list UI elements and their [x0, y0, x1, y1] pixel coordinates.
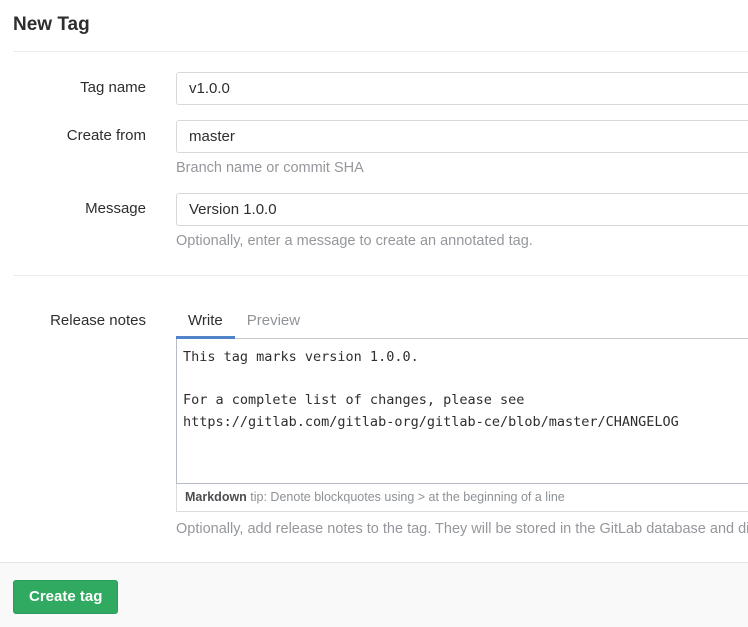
- page-header: New Tag: [0, 0, 748, 51]
- create-from-label: Create from: [0, 120, 146, 144]
- message-input[interactable]: [176, 193, 748, 226]
- create-from-controls: Branch name or commit SHA: [176, 120, 748, 176]
- message-row: Message Optionally, enter a message to c…: [0, 193, 748, 249]
- release-notes-help: Optionally, add release notes to the tag…: [176, 521, 748, 537]
- release-notes-editor: Write Preview This tag marks version 1.0…: [176, 303, 748, 537]
- create-tag-button[interactable]: Create tag: [13, 580, 118, 614]
- form-footer: Create tag: [0, 562, 748, 627]
- page-title: New Tag: [13, 14, 735, 36]
- tab-preview[interactable]: Preview: [235, 303, 312, 339]
- editor-tab-bar: Write Preview: [176, 303, 748, 339]
- release-notes-label: Release notes: [0, 303, 146, 329]
- new-tag-page: New Tag Tag name Create from Branch name…: [0, 0, 748, 627]
- tag-name-row: Tag name: [0, 72, 748, 105]
- create-from-input[interactable]: [176, 120, 748, 153]
- markdown-tip-text: tip: Denote blockquotes using > at the b…: [247, 490, 565, 504]
- section-divider: [13, 275, 748, 276]
- message-help: Optionally, enter a message to create an…: [176, 233, 748, 249]
- markdown-link[interactable]: Markdown: [185, 490, 247, 504]
- message-controls: Optionally, enter a message to create an…: [176, 193, 748, 249]
- tag-name-label: Tag name: [0, 72, 146, 96]
- tab-write[interactable]: Write: [176, 303, 235, 339]
- release-notes-row: Release notes Write Preview This tag mar…: [0, 303, 748, 537]
- message-label: Message: [0, 193, 146, 217]
- create-from-help: Branch name or commit SHA: [176, 160, 748, 176]
- header-divider: [13, 51, 748, 52]
- markdown-tip-bar: Markdown tip: Denote blockquotes using >…: [176, 484, 748, 512]
- tag-name-controls: [176, 72, 748, 105]
- tag-name-input[interactable]: [176, 72, 748, 105]
- create-from-row: Create from Branch name or commit SHA: [0, 120, 748, 176]
- release-notes-textarea[interactable]: This tag marks version 1.0.0. For a comp…: [176, 339, 748, 484]
